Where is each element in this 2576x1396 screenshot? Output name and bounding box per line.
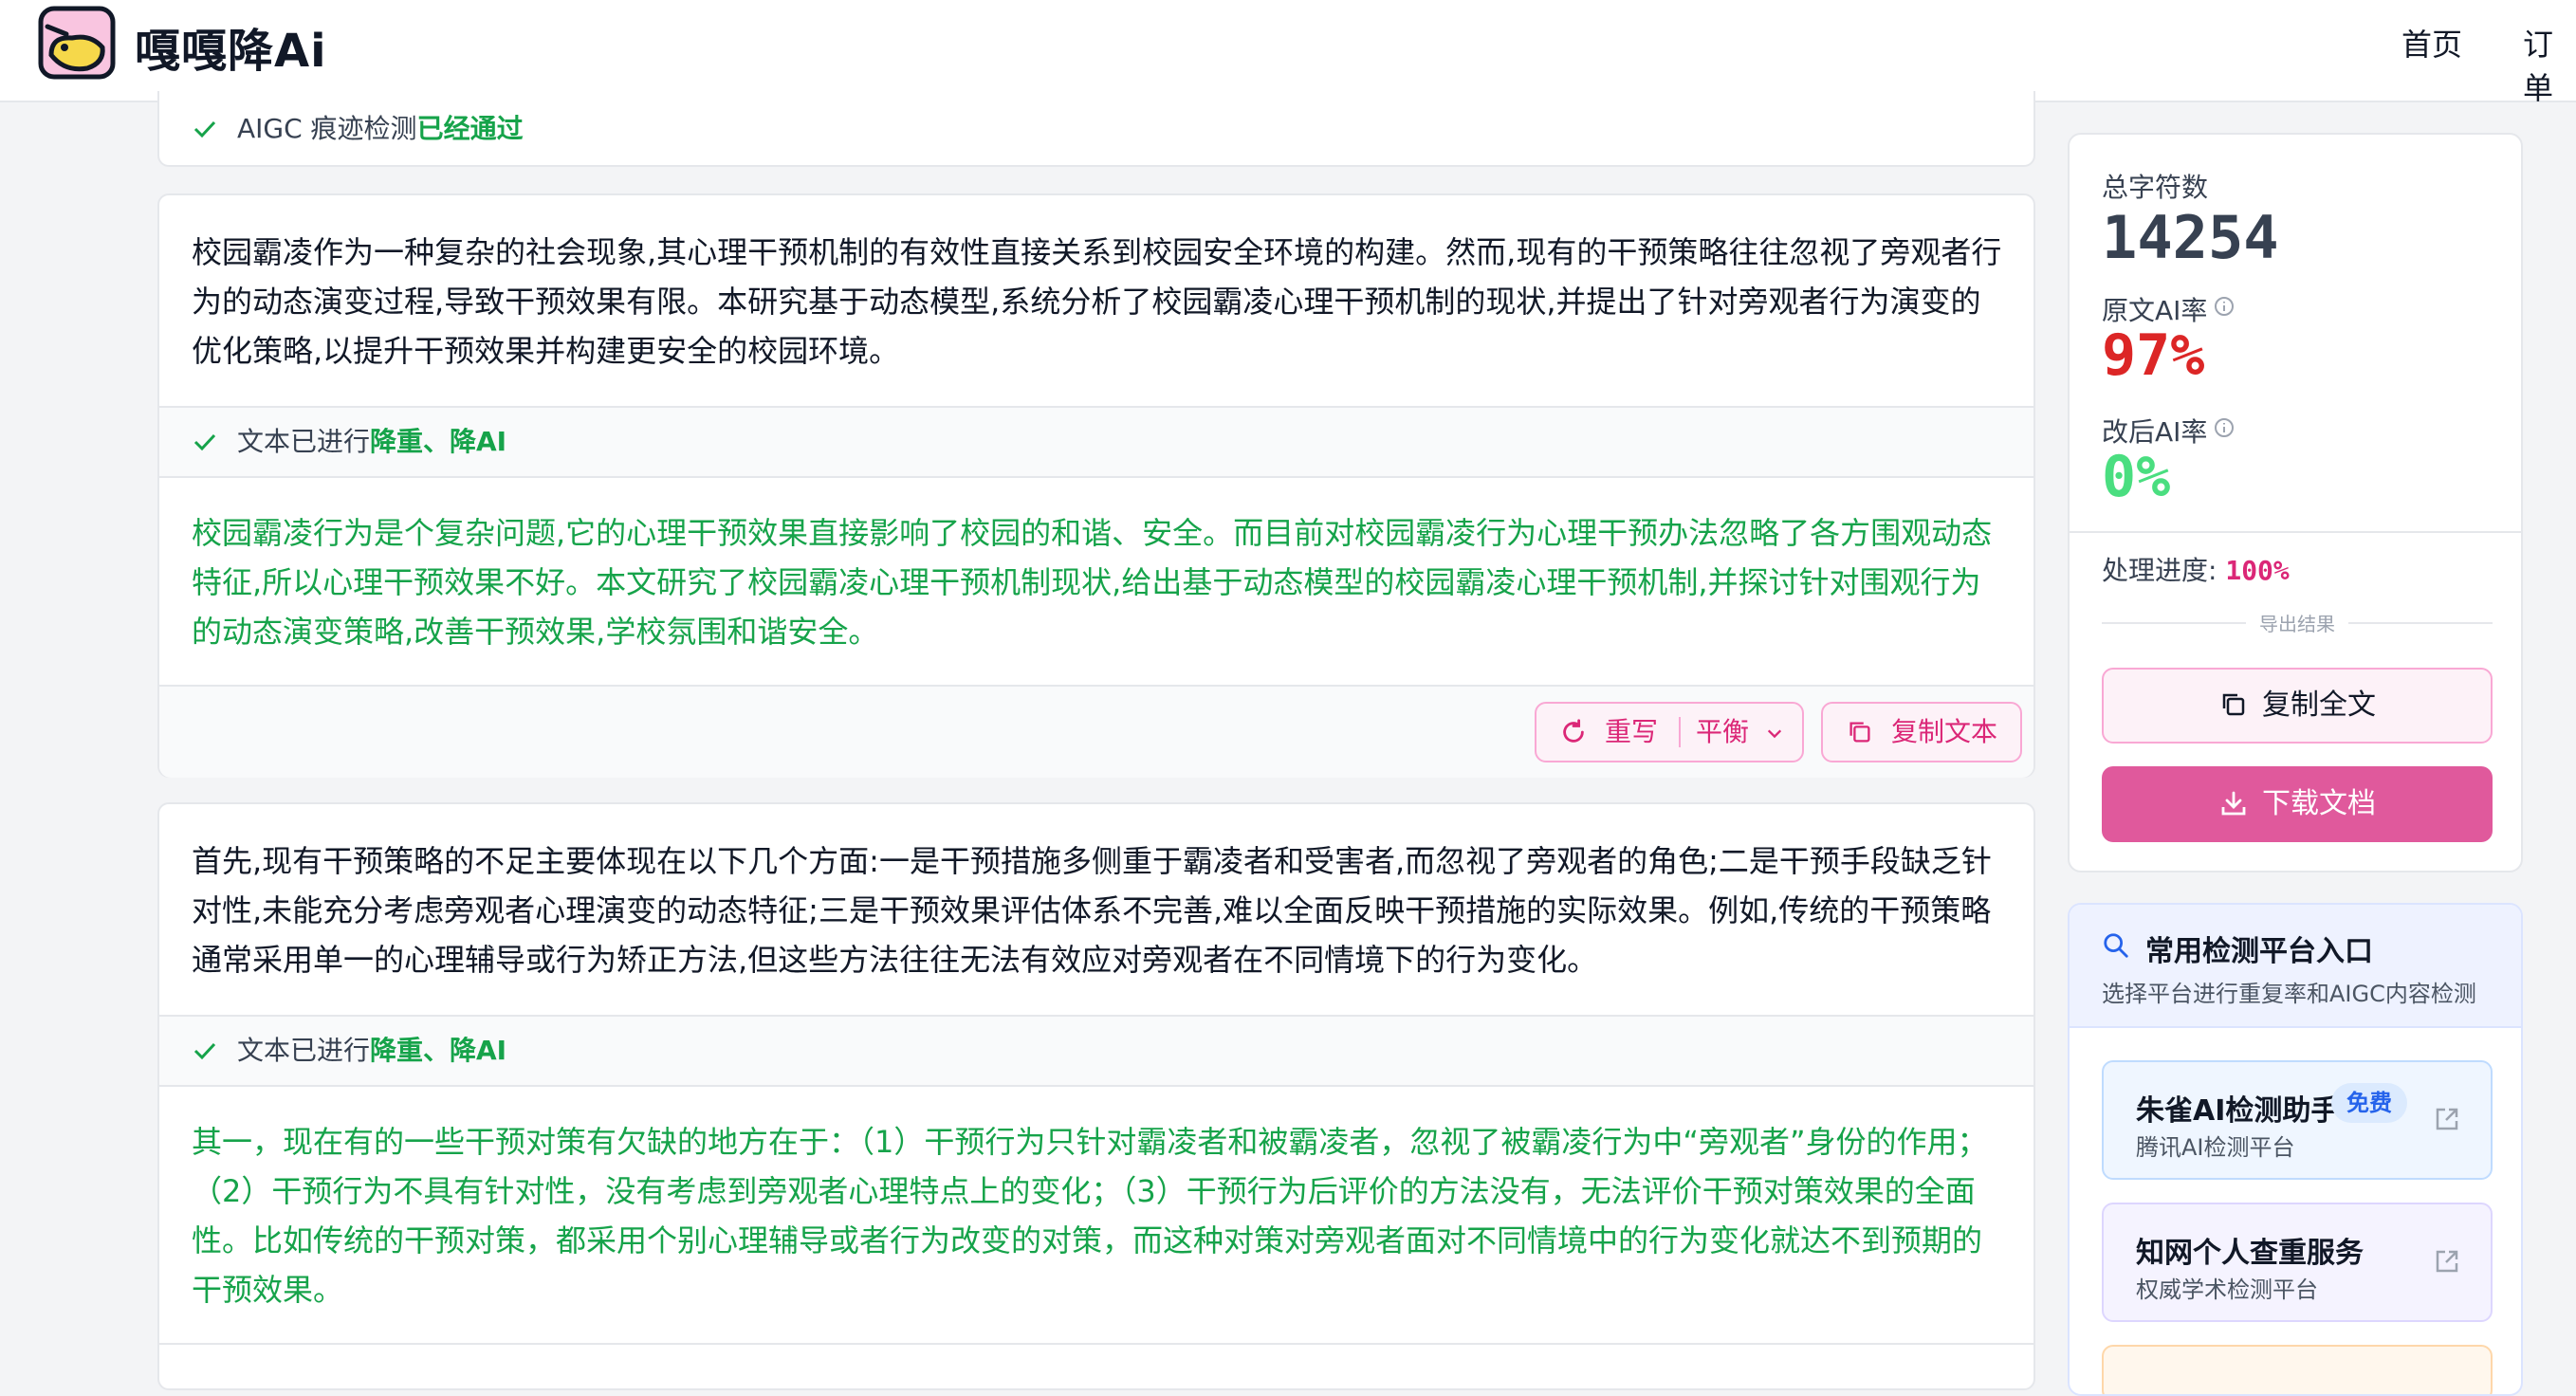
copy-text-label: 复制文本 xyxy=(1891,716,1998,747)
original-paragraph: 首先,现有干预策略的不足主要体现在以下几个方面:一是干预措施多侧重于霸凌者和受害… xyxy=(192,843,1992,978)
original-ai-value: 97% xyxy=(2102,322,2205,389)
progress-label: 处理进度: xyxy=(2102,555,2217,586)
info-icon[interactable] xyxy=(2214,417,2235,438)
info-icon[interactable] xyxy=(2214,296,2235,317)
check-icon xyxy=(193,1042,216,1060)
aigc-status-row: AIGC 痕迹检测已经通过 xyxy=(159,95,2033,163)
platform-desc: 权威学术检测平台 xyxy=(2136,1277,2318,1303)
total-chars-label: 总字符数 xyxy=(2102,172,2209,203)
nav-orders-link[interactable]: 订单 xyxy=(2523,21,2576,108)
external-link-icon[interactable] xyxy=(2432,1104,2462,1134)
copy-icon xyxy=(2222,693,2245,716)
aigc-status-highlight: 已经通过 xyxy=(416,113,524,144)
aigc-status-text: AIGC 痕迹检测 xyxy=(237,113,417,144)
detection-platforms-panel: 常用检测平台入口 选择平台进行重复率和AIGC内容检测 朱雀AI检测助手 免费 … xyxy=(2068,903,2523,1396)
total-chars-value: 14254 xyxy=(2102,203,2279,272)
paragraph-card-2: 首先,现有干预策略的不足主要体现在以下几个方面:一是干预措施多侧重于霸凌者和受害… xyxy=(157,802,2035,1390)
original-paragraph: 校园霸凌作为一种复杂的社会现象,其心理干预机制的有效性直接关系到校园安全环境的构… xyxy=(192,234,2002,369)
platforms-title: 常用检测平台入口 xyxy=(2145,935,2373,968)
rewritten-paragraph: 其一，现在有的一些干预对策有欠缺的地方在于：（1）干预行为只针对霸凌者和被霸凌者… xyxy=(192,1124,1988,1308)
brand-name[interactable]: 嘎嘎降Ai xyxy=(135,13,327,80)
copy-text-button[interactable]: 复制文本 xyxy=(1821,702,2022,762)
copy-all-label: 复制全文 xyxy=(2262,689,2376,722)
check-icon xyxy=(193,433,216,451)
refresh-icon xyxy=(1563,719,1584,743)
rewrite-status-highlight: 降重、降AI xyxy=(370,1035,507,1066)
check-icon xyxy=(193,120,216,138)
download-label: 下载文档 xyxy=(2262,787,2376,820)
download-button[interactable]: 下载文档 xyxy=(2102,766,2493,842)
rewrite-button[interactable]: 重写 xyxy=(1605,704,1658,761)
rewrite-status-text: 文本已进行 xyxy=(237,1035,371,1066)
platform-item-zhuque[interactable]: 朱雀AI检测助手 免费 腾讯AI检测平台 xyxy=(2102,1060,2493,1180)
progress-value: 100% xyxy=(2225,555,2290,586)
platforms-subtitle: 选择平台进行重复率和AIGC内容检测 xyxy=(2102,981,2476,1007)
export-divider-label: 导出结果 xyxy=(2246,609,2348,636)
stats-panel: 总字符数 14254 原文AI率 97% 改后AI率 0% 处理进度: 100%… xyxy=(2068,133,2523,872)
rewrite-status-highlight: 降重、降AI xyxy=(370,426,507,457)
top-header: 嘎嘎降Ai 首页 订单 xyxy=(0,0,2576,106)
search-icon xyxy=(2104,933,2128,958)
free-badge: 免费 xyxy=(2331,1083,2407,1123)
rewrite-status-row: 文本已进行降重、降AI xyxy=(159,1017,2033,1085)
platform-desc: 腾讯AI检测平台 xyxy=(2136,1134,2295,1161)
download-icon xyxy=(2221,791,2246,816)
platform-item-partial[interactable] xyxy=(2102,1345,2493,1394)
rewritten-paragraph: 校园霸凌行为是个复杂问题,它的心理干预效果直接影响了校园的和谐、安全。而目前对校… xyxy=(192,515,1993,650)
platform-name: 朱雀AI检测助手 xyxy=(2136,1094,2340,1128)
copy-all-button[interactable]: 复制全文 xyxy=(2102,668,2493,744)
rewrite-mode-group: 重写 平衡 xyxy=(1535,702,1804,762)
new-ai-value: 0% xyxy=(2102,444,2171,510)
nav-home-link[interactable]: 首页 xyxy=(2401,21,2462,64)
mode-select[interactable]: 平衡 xyxy=(1696,704,1749,761)
copy-icon xyxy=(1849,722,1870,743)
platform-item-cnki[interactable]: 知网个人查重服务 权威学术检测平台 xyxy=(2102,1203,2493,1322)
progress-row: 处理进度: 100% xyxy=(2102,550,2290,588)
platform-name: 知网个人查重服务 xyxy=(2136,1237,2364,1270)
aigc-status-card: AIGC 痕迹检测已经通过 xyxy=(157,91,2035,167)
duck-logo-icon[interactable] xyxy=(38,6,116,80)
paragraph-card-1: 校园霸凌作为一种复杂的社会现象,其心理干预机制的有效性直接关系到校园安全环境的构… xyxy=(157,193,2035,778)
external-link-icon[interactable] xyxy=(2432,1246,2462,1277)
rewrite-status-text: 文本已进行 xyxy=(237,426,371,457)
rewrite-status-row: 文本已进行降重、降AI xyxy=(159,408,2033,476)
chevron-down-icon[interactable] xyxy=(1766,725,1783,742)
